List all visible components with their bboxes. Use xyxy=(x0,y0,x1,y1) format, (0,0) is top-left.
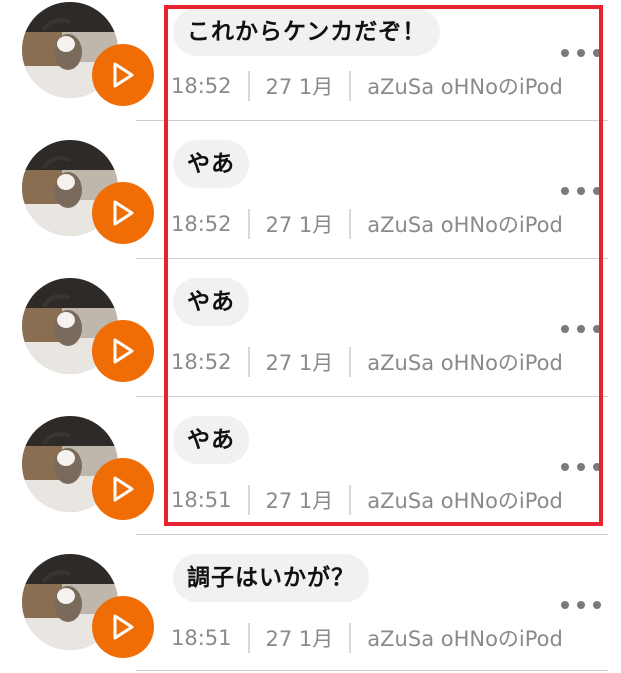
message-bubble[interactable]: やあ xyxy=(173,416,249,464)
list-item: やあ 18:52 27 1月 aZuSa oHNoのiPod xyxy=(0,256,621,394)
play-icon xyxy=(113,476,134,502)
list-item: 調子はいかが？ 18:51 27 1月 aZuSa oHNoのiPod xyxy=(0,532,621,670)
more-dot xyxy=(577,187,585,195)
message-bubble[interactable]: これからケンカだぞ！ xyxy=(173,8,441,56)
more-dot xyxy=(577,463,585,471)
message-time: 18:51 xyxy=(171,488,232,512)
more-options-button[interactable] xyxy=(561,460,601,474)
list-item: これからケンカだぞ！ 18:52 27 1月 aZuSa oHNoのiPod xyxy=(0,0,621,118)
more-options-button[interactable] xyxy=(561,46,601,60)
message-device: aZuSa oHNoのiPod xyxy=(367,213,563,237)
more-dot xyxy=(577,325,585,333)
message-date: 27 1月 xyxy=(265,351,334,375)
row-divider xyxy=(136,670,608,671)
more-options-button[interactable] xyxy=(561,184,601,198)
message-date: 27 1月 xyxy=(265,489,334,513)
message-time: 18:51 xyxy=(171,626,232,650)
more-options-icon xyxy=(561,463,569,471)
more-dot xyxy=(593,601,601,609)
message-meta: 18:52 27 1月 aZuSa oHNoのiPod xyxy=(171,209,563,239)
message-device: aZuSa oHNoのiPod xyxy=(367,75,563,99)
more-dot xyxy=(577,601,585,609)
list-item: やあ 18:52 27 1月 aZuSa oHNoのiPod xyxy=(0,118,621,256)
message-date: 27 1月 xyxy=(265,75,334,99)
message-meta: 18:51 27 1月 aZuSa oHNoのiPod xyxy=(171,623,563,653)
message-bubble[interactable]: やあ xyxy=(173,140,249,188)
avatar-container xyxy=(22,416,154,520)
play-icon xyxy=(113,200,134,226)
more-options-button[interactable] xyxy=(561,598,601,612)
more-options-icon xyxy=(561,49,569,57)
avatar-container xyxy=(22,278,154,382)
message-bubble[interactable]: 調子はいかが？ xyxy=(173,554,369,602)
message-meta: 18:52 27 1月 aZuSa oHNoのiPod xyxy=(171,71,563,101)
message-meta: 18:51 27 1月 aZuSa oHNoのiPod xyxy=(171,485,563,515)
more-options-icon xyxy=(561,325,569,333)
meta-separator xyxy=(247,71,250,101)
meta-separator xyxy=(349,485,352,515)
meta-separator xyxy=(349,623,352,653)
play-icon xyxy=(113,338,134,364)
voice-message-list: これからケンカだぞ！ 18:52 27 1月 aZuSa oHNoのiPod や… xyxy=(0,0,621,673)
more-dot xyxy=(593,463,601,471)
avatar-container xyxy=(22,2,154,106)
meta-separator xyxy=(247,623,250,653)
play-icon xyxy=(113,614,134,640)
play-button[interactable] xyxy=(92,458,154,520)
list-item: やあ 18:51 27 1月 aZuSa oHNoのiPod xyxy=(0,394,621,532)
more-options-icon xyxy=(561,187,569,195)
meta-separator xyxy=(349,71,352,101)
message-time: 18:52 xyxy=(171,212,232,236)
message-time: 18:52 xyxy=(171,350,232,374)
meta-separator xyxy=(349,209,352,239)
message-date: 27 1月 xyxy=(265,213,334,237)
more-options-button[interactable] xyxy=(561,322,601,336)
meta-separator xyxy=(247,209,250,239)
more-dot xyxy=(577,49,585,57)
message-bubble[interactable]: やあ xyxy=(173,278,249,326)
message-device: aZuSa oHNoのiPod xyxy=(367,489,563,513)
play-button[interactable] xyxy=(92,596,154,658)
message-time: 18:52 xyxy=(171,74,232,98)
play-icon xyxy=(113,62,134,88)
more-dot xyxy=(593,325,601,333)
play-button[interactable] xyxy=(92,182,154,244)
meta-separator xyxy=(349,347,352,377)
message-date: 27 1月 xyxy=(265,627,334,651)
more-dot xyxy=(593,49,601,57)
message-device: aZuSa oHNoのiPod xyxy=(367,627,563,651)
message-device: aZuSa oHNoのiPod xyxy=(367,351,563,375)
avatar-container xyxy=(22,140,154,244)
avatar-container xyxy=(22,554,154,658)
more-dot xyxy=(593,187,601,195)
play-button[interactable] xyxy=(92,44,154,106)
meta-separator xyxy=(247,347,250,377)
meta-separator xyxy=(247,485,250,515)
message-meta: 18:52 27 1月 aZuSa oHNoのiPod xyxy=(171,347,563,377)
play-button[interactable] xyxy=(92,320,154,382)
more-options-icon xyxy=(561,601,569,609)
